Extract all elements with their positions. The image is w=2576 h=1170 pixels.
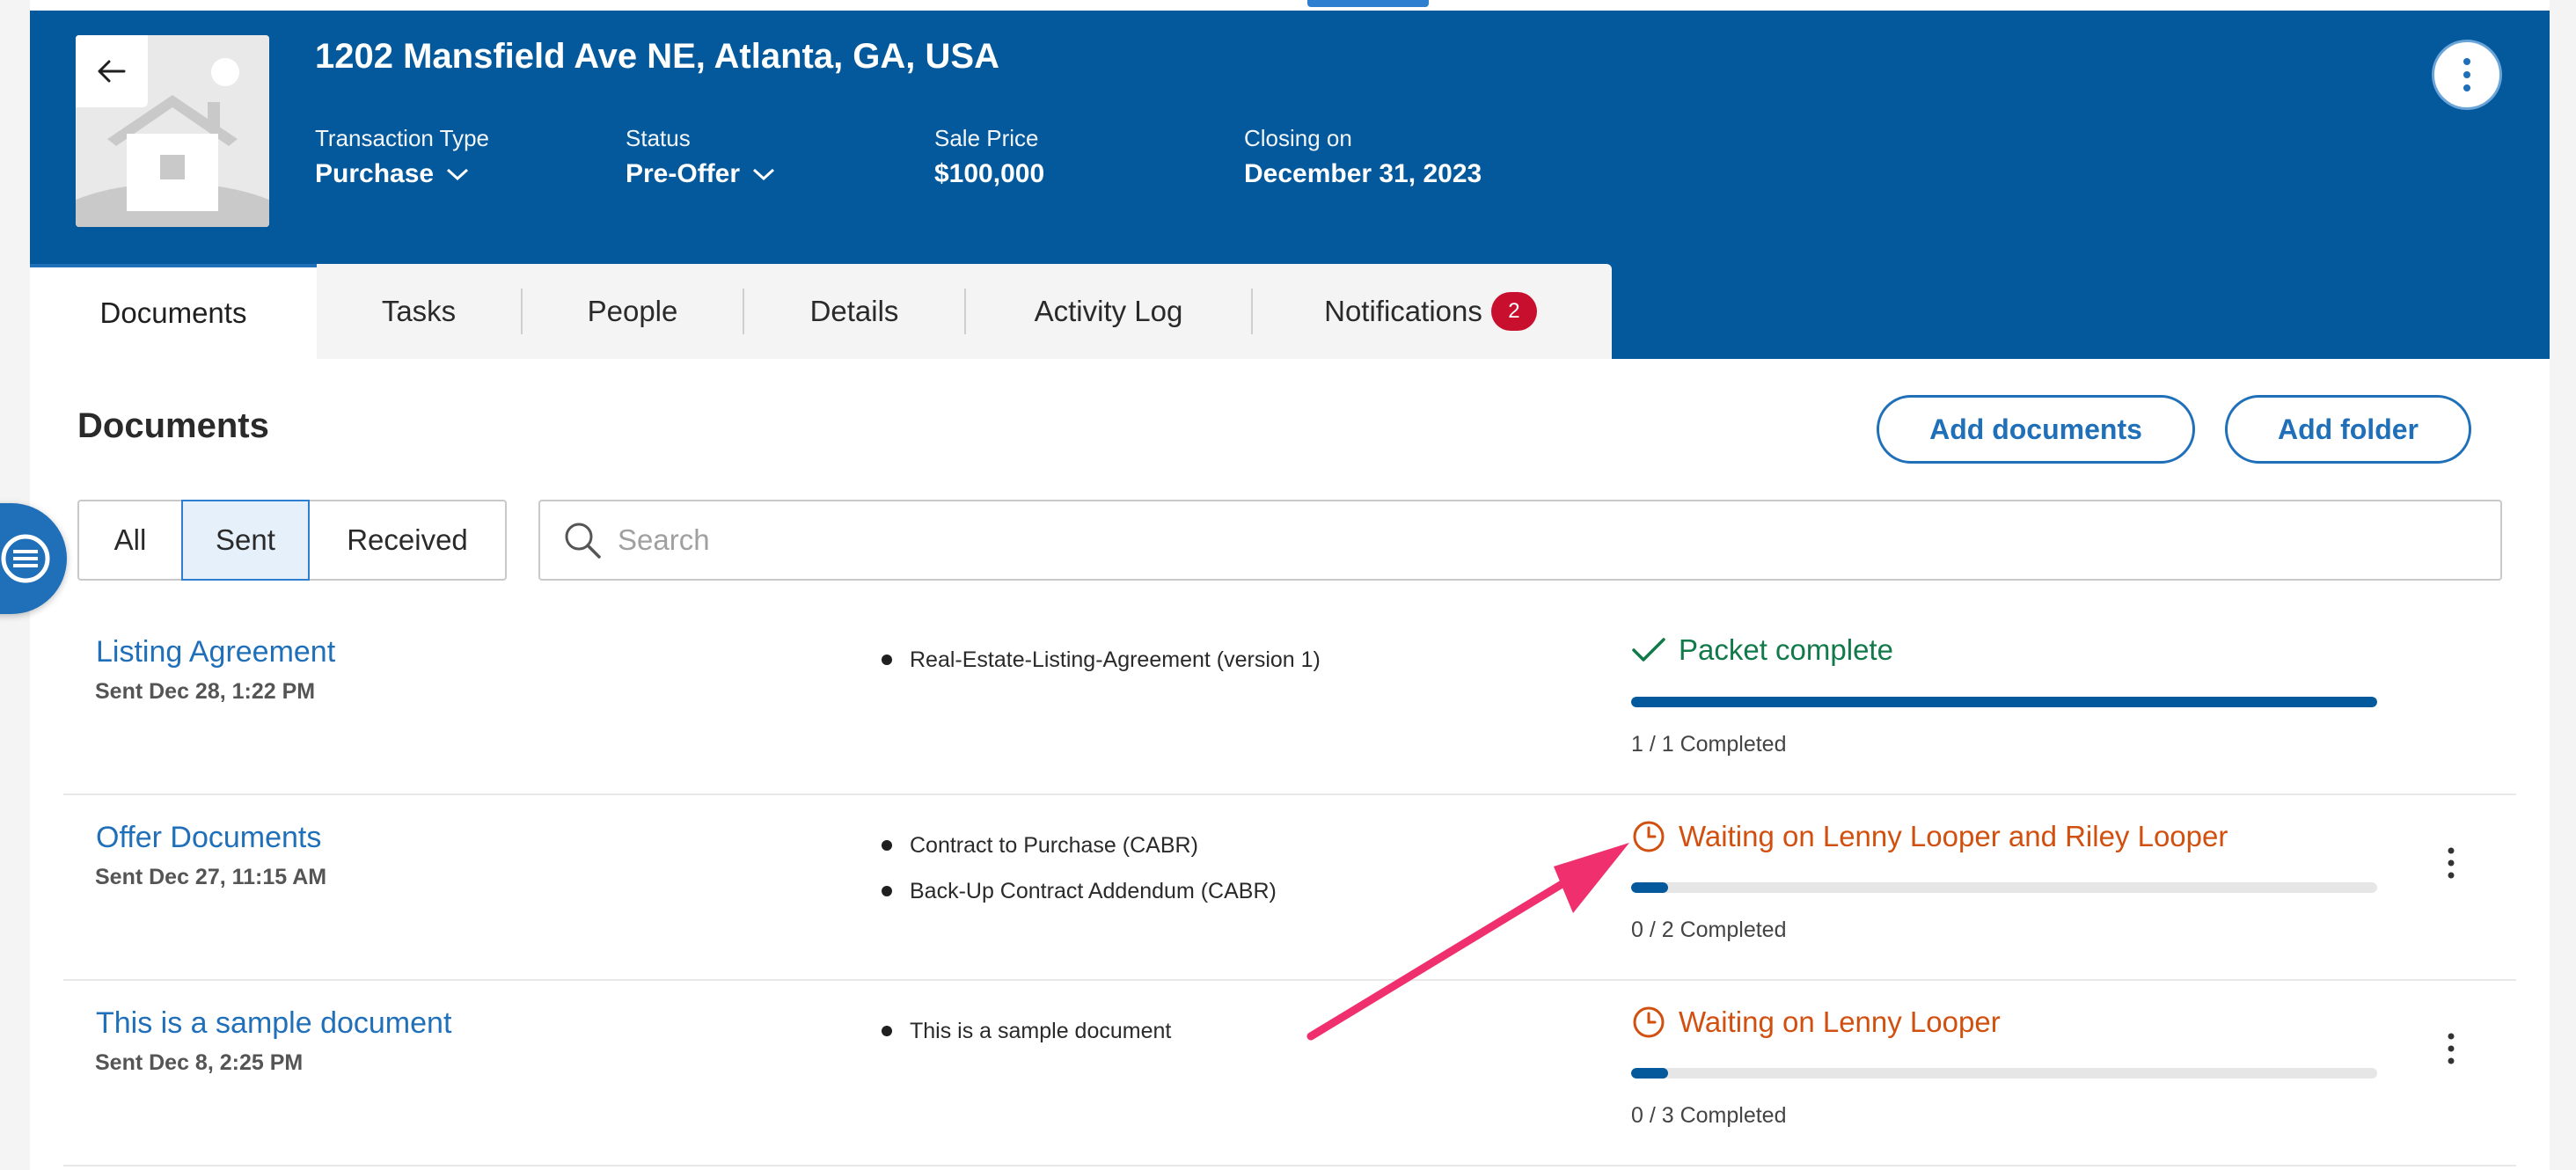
- checkmark-icon: [1632, 638, 1665, 662]
- progress-text: 0 / 2 Completed: [1631, 918, 1787, 942]
- vertical-dots-icon: [2448, 847, 2455, 879]
- file-item: Real-Estate-Listing-Agreement (version 1…: [882, 637, 1321, 683]
- sale-price-label: Sale Price: [934, 125, 1039, 151]
- bullet: [882, 654, 892, 665]
- status-value: Pre-Offer: [626, 159, 741, 188]
- file-item: This is a sample document: [882, 1008, 1171, 1054]
- chevron-down-icon: [447, 168, 469, 181]
- document-filter: All Sent Received: [77, 500, 507, 581]
- document-sent-date: Sent Dec 27, 11:15 AM: [95, 865, 327, 889]
- section-title: Documents: [77, 406, 269, 445]
- status-waiting: Waiting on Lenny Looper: [1631, 1005, 2001, 1040]
- row-more-options-button[interactable]: [2433, 837, 2469, 889]
- progress-text: 0 / 3 Completed: [1631, 1103, 1787, 1128]
- transaction-type-value: Purchase: [315, 159, 435, 188]
- floating-menu-button[interactable]: [0, 503, 67, 614]
- more-options-button[interactable]: [2432, 40, 2502, 110]
- file-name: This is a sample document: [910, 1018, 1172, 1043]
- right-gutter: [2550, 0, 2576, 1170]
- file-name: Real-Estate-Listing-Agreement (version 1…: [910, 647, 1321, 672]
- transaction-type-label: Transaction Type: [315, 125, 489, 151]
- progress-bar: [1631, 1068, 2377, 1079]
- list-menu-icon: [1, 534, 50, 583]
- search-input[interactable]: [616, 523, 2467, 558]
- file-item: Back-Up Contract Addendum (CABR): [882, 868, 1277, 914]
- transaction-type-dropdown[interactable]: Purchase: [315, 159, 489, 189]
- row-more-options-button[interactable]: [2433, 1022, 2469, 1075]
- tab-label: Notifications: [1324, 295, 1482, 327]
- status-complete: Packet complete: [1631, 633, 1893, 667]
- document-row: Offer Documents Sent Dec 27, 11:15 AM Co…: [63, 796, 2516, 981]
- add-documents-button[interactable]: Add documents: [1877, 395, 2195, 464]
- tab-details[interactable]: Details: [744, 264, 964, 359]
- status-field: Status Pre-Offer: [626, 125, 775, 189]
- closing-date-field: Closing on December 31, 2023: [1244, 125, 1482, 189]
- filter-all[interactable]: All: [79, 501, 181, 579]
- tab-label: Tasks: [381, 295, 457, 327]
- clock-icon: [1633, 1006, 1665, 1038]
- notification-count-badge: 2: [1490, 292, 1537, 331]
- bullet: [882, 886, 892, 896]
- document-sent-date: Sent Dec 8, 2:25 PM: [95, 1050, 304, 1075]
- tab-label: Details: [809, 295, 899, 327]
- transaction-type-field: Transaction Type Purchase: [315, 125, 489, 189]
- clock-icon: [1633, 821, 1665, 852]
- tab-notifications[interactable]: Notifications 2: [1253, 264, 1608, 359]
- sale-price-value: $100,000: [934, 159, 1045, 188]
- progress-text: 1 / 1 Completed: [1631, 732, 1787, 757]
- search-icon: [565, 523, 601, 559]
- vertical-dots-icon: [2448, 1033, 2455, 1064]
- arrow-left-icon: [98, 60, 126, 83]
- property-address: 1202 Mansfield Ave NE, Atlanta, GA, USA: [315, 37, 999, 76]
- bullet: [882, 1026, 892, 1036]
- status-waiting: Waiting on Lenny Looper and Riley Looper: [1631, 819, 2228, 854]
- tab-documents[interactable]: Documents: [30, 264, 317, 359]
- tab-tasks[interactable]: Tasks: [317, 264, 521, 359]
- document-name-link[interactable]: Offer Documents: [96, 821, 321, 855]
- progress-bar: [1631, 697, 2377, 707]
- closing-date-value: December 31, 2023: [1244, 159, 1482, 188]
- filter-sent[interactable]: Sent: [181, 500, 310, 581]
- status-text: Waiting on Lenny Looper: [1679, 1005, 2001, 1038]
- document-name-link[interactable]: Listing Agreement: [96, 635, 335, 669]
- tab-people[interactable]: People: [523, 264, 743, 359]
- chevron-down-icon: [753, 168, 775, 181]
- document-row: This is a sample document Sent Dec 8, 2:…: [63, 982, 2516, 1166]
- document-sent-date: Sent Dec 28, 1:22 PM: [95, 679, 316, 704]
- document-row: Listing Agreement Sent Dec 28, 1:22 PM R…: [63, 611, 2516, 795]
- tab-label: Documents: [99, 296, 247, 329]
- file-item: Contract to Purchase (CABR): [882, 823, 1277, 868]
- add-folder-button[interactable]: Add folder: [2225, 395, 2471, 464]
- tab-activity-log[interactable]: Activity Log: [966, 264, 1251, 359]
- tab-label: Activity Log: [1034, 295, 1183, 327]
- back-button[interactable]: [76, 35, 148, 107]
- status-label: Status: [626, 125, 691, 151]
- document-files: Contract to Purchase (CABR) Back-Up Cont…: [882, 823, 1277, 914]
- transaction-tabs: Documents Tasks People Details Activity …: [30, 264, 1612, 359]
- tab-label: People: [587, 295, 678, 327]
- bullet: [882, 840, 892, 851]
- document-name-link[interactable]: This is a sample document: [96, 1006, 451, 1041]
- status-text: Waiting on Lenny Looper and Riley Looper: [1679, 820, 2228, 852]
- sale-price-field: Sale Price $100,000: [934, 125, 1044, 189]
- progress-fill: [1631, 882, 1669, 893]
- search-box: [538, 500, 2502, 581]
- document-files: This is a sample document: [882, 1008, 1171, 1054]
- status-text: Packet complete: [1679, 633, 1893, 666]
- progress-fill: [1631, 1068, 1669, 1079]
- filter-received[interactable]: Received: [310, 501, 505, 579]
- file-name: Contract to Purchase (CABR): [910, 832, 1198, 858]
- vertical-dots-icon: [2463, 58, 2470, 91]
- document-files: Real-Estate-Listing-Agreement (version 1…: [882, 637, 1321, 683]
- progress-fill: [1631, 697, 2377, 707]
- closing-date-label: Closing on: [1244, 125, 1352, 151]
- status-dropdown[interactable]: Pre-Offer: [626, 159, 775, 189]
- top-scroll-indicator: [1307, 0, 1429, 7]
- file-name: Back-Up Contract Addendum (CABR): [910, 878, 1277, 903]
- progress-bar: [1631, 882, 2377, 893]
